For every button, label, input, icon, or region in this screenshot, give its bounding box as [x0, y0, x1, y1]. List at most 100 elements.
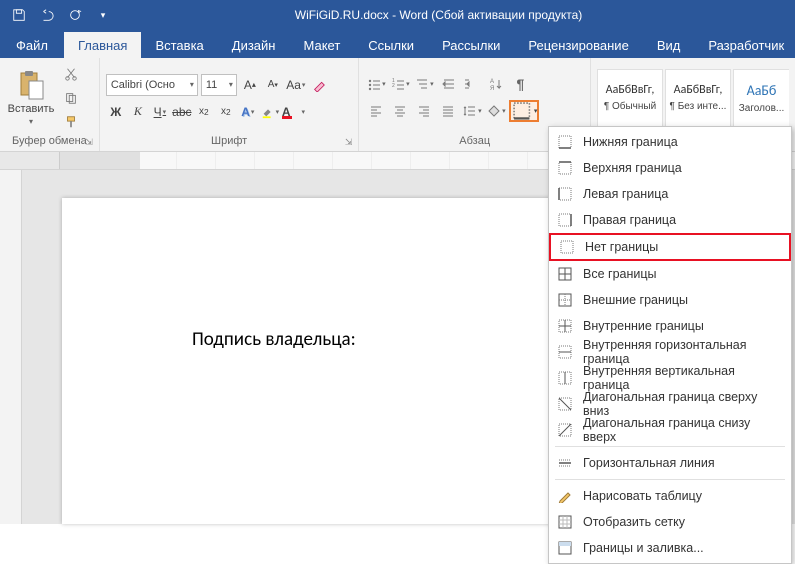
- view-gridlines-item[interactable]: Отобразить сетку: [549, 509, 791, 535]
- clear-format-button[interactable]: [309, 75, 329, 95]
- font-launcher[interactable]: ⇲: [345, 137, 353, 148]
- tab-mailings[interactable]: Рассылки: [428, 32, 514, 58]
- window-title: WiFiGiD.RU.docx - Word (Сбой активации п…: [122, 8, 755, 22]
- group-clipboard: Вставить ▾ Буфер обмена⇲: [0, 58, 100, 151]
- font-name-combo[interactable]: Calibri (Осно▾: [106, 74, 198, 96]
- save-button[interactable]: [6, 2, 32, 28]
- border-top-item[interactable]: Верхняя граница: [549, 155, 791, 181]
- tab-home[interactable]: Главная: [64, 32, 141, 58]
- italic-button[interactable]: К: [128, 102, 148, 122]
- border-inside-item[interactable]: Внутренние границы: [549, 313, 791, 339]
- border-all-item[interactable]: Все границы: [549, 261, 791, 287]
- border-right-icon: [557, 212, 573, 228]
- quick-access-toolbar: ▾: [0, 2, 122, 28]
- align-center-button[interactable]: [389, 101, 411, 121]
- grow-font-button[interactable]: A▴: [240, 75, 260, 95]
- superscript-button[interactable]: x2: [216, 102, 236, 122]
- border-none-icon: [559, 239, 575, 255]
- svg-text:A: A: [490, 79, 494, 85]
- increase-indent-button[interactable]: [461, 74, 483, 94]
- border-diag-down-item[interactable]: Диагональная граница сверху вниз: [549, 391, 791, 417]
- show-marks-button[interactable]: ¶: [509, 74, 531, 94]
- border-bottom-icon: [557, 134, 573, 150]
- bold-button[interactable]: Ж: [106, 102, 126, 122]
- pencil-icon: [557, 488, 573, 504]
- borders-menu: Нижняя граница Верхняя граница Левая гра…: [548, 126, 792, 564]
- underline-button[interactable]: Ч▾: [150, 102, 170, 122]
- align-right-button[interactable]: [413, 101, 435, 121]
- border-top-icon: [557, 160, 573, 176]
- border-inside-v-item[interactable]: Внутренняя вертикальная граница: [549, 365, 791, 391]
- tab-insert[interactable]: Вставка: [141, 32, 217, 58]
- grid-icon: [557, 514, 573, 530]
- border-inside-v-icon: [557, 370, 573, 386]
- shrink-font-button[interactable]: A▾: [263, 75, 283, 95]
- draw-table-item[interactable]: Нарисовать таблицу: [549, 483, 791, 509]
- border-inside-h-item[interactable]: Внутренняя горизонтальная граница: [549, 339, 791, 365]
- clipboard-launcher[interactable]: ⇲: [85, 137, 93, 148]
- format-painter-button[interactable]: [60, 112, 82, 132]
- clipboard-group-label: Буфер обмена: [12, 135, 87, 147]
- tab-file[interactable]: Файл: [0, 32, 64, 58]
- cut-button[interactable]: [60, 64, 82, 84]
- align-left-button[interactable]: [365, 101, 387, 121]
- line-spacing-button[interactable]: ▾: [461, 101, 483, 121]
- justify-button[interactable]: [437, 101, 459, 121]
- hline-icon: [557, 455, 573, 471]
- tab-references[interactable]: Ссылки: [354, 32, 428, 58]
- redo-button[interactable]: [62, 2, 88, 28]
- paragraph-group-label: Абзац: [459, 135, 490, 147]
- border-none-item[interactable]: Нет границы: [549, 233, 791, 261]
- tab-view[interactable]: Вид: [643, 32, 695, 58]
- text-effects-button[interactable]: A▾: [238, 102, 258, 122]
- border-inside-h-icon: [557, 344, 573, 360]
- tab-review[interactable]: Рецензирование: [514, 32, 642, 58]
- font-color-button[interactable]: A▾: [282, 102, 305, 122]
- multilevel-button[interactable]: ▾: [413, 74, 435, 94]
- undo-button[interactable]: [34, 2, 60, 28]
- style-normal[interactable]: АаБбВвГг,¶ Обычный: [597, 69, 663, 127]
- borders-shading-item[interactable]: Границы и заливка...: [549, 535, 791, 561]
- border-all-icon: [557, 266, 573, 282]
- strike-button[interactable]: abc: [172, 102, 192, 122]
- change-case-button[interactable]: Aa▾: [286, 75, 306, 95]
- border-inside-icon: [557, 318, 573, 334]
- border-diag-up-item[interactable]: Диагональная граница снизу вверх: [549, 417, 791, 443]
- tab-developer[interactable]: Разработчик: [694, 32, 795, 58]
- menu-separator: [555, 446, 785, 447]
- border-diag-up-icon: [557, 422, 573, 438]
- border-outside-item[interactable]: Внешние границы: [549, 287, 791, 313]
- shading-button[interactable]: ▾: [485, 101, 507, 121]
- font-size-combo[interactable]: 11▾: [201, 74, 237, 96]
- svg-text:2: 2: [392, 83, 395, 89]
- qat-customize[interactable]: ▾: [90, 2, 116, 28]
- style-no-spacing[interactable]: АаБбВвГг,¶ Без инте...: [665, 69, 731, 127]
- paste-button[interactable]: Вставить ▾: [6, 69, 56, 126]
- svg-text:Я: Я: [490, 86, 494, 91]
- border-right-item[interactable]: Правая граница: [549, 207, 791, 233]
- border-diag-down-icon: [557, 396, 573, 412]
- tab-layout[interactable]: Макет: [289, 32, 354, 58]
- vertical-ruler[interactable]: [0, 170, 22, 524]
- menu-separator: [555, 479, 785, 480]
- ribbon-tabs: Файл Главная Вставка Дизайн Макет Ссылки…: [0, 30, 795, 58]
- font-group-label: Шрифт: [211, 135, 247, 147]
- borders-button[interactable]: ▾: [509, 100, 539, 122]
- highlight-button[interactable]: ▾: [260, 102, 280, 122]
- border-bottom-item[interactable]: Нижняя граница: [549, 129, 791, 155]
- group-font: Calibri (Осно▾ 11▾ A▴ A▾ Aa▾ Ж К Ч▾ abc …: [100, 58, 360, 151]
- border-left-icon: [557, 186, 573, 202]
- bullets-button[interactable]: ▾: [365, 74, 387, 94]
- numbering-button[interactable]: 12▾: [389, 74, 411, 94]
- paste-label: Вставить: [8, 103, 55, 115]
- border-left-item[interactable]: Левая граница: [549, 181, 791, 207]
- tab-design[interactable]: Дизайн: [218, 32, 290, 58]
- borders-dialog-icon: [557, 540, 573, 556]
- subscript-button[interactable]: x2: [194, 102, 214, 122]
- title-bar: ▾ WiFiGiD.RU.docx - Word (Сбой активации…: [0, 0, 795, 30]
- decrease-indent-button[interactable]: [437, 74, 459, 94]
- horizontal-line-item[interactable]: Горизонтальная линия: [549, 450, 791, 476]
- copy-button[interactable]: [60, 88, 82, 108]
- style-heading[interactable]: АаБбЗаголов...: [733, 69, 789, 127]
- sort-button[interactable]: AЯ: [485, 74, 507, 94]
